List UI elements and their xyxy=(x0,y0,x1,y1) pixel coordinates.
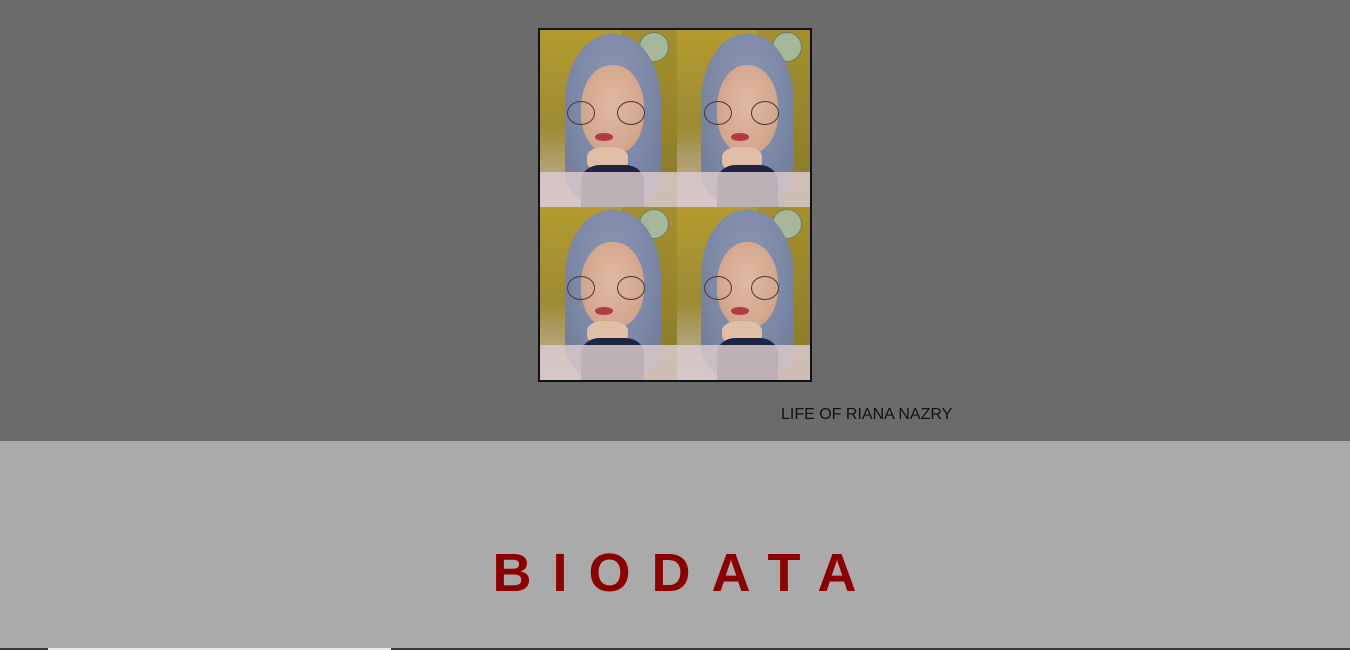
photo-tile-4 xyxy=(677,207,810,380)
hero-section: LIFE OF RIANA NAZRY xyxy=(0,0,1350,441)
hero-caption: LIFE OF RIANA NAZRY xyxy=(781,406,953,423)
photo-tile-1 xyxy=(540,30,677,207)
photo-tile-2 xyxy=(677,30,810,207)
biodata-section: BIODATA xyxy=(0,441,1350,650)
biodata-heading: BIODATA xyxy=(492,543,878,603)
profile-photo-collage xyxy=(538,28,812,382)
photo-tile-3 xyxy=(540,207,677,380)
